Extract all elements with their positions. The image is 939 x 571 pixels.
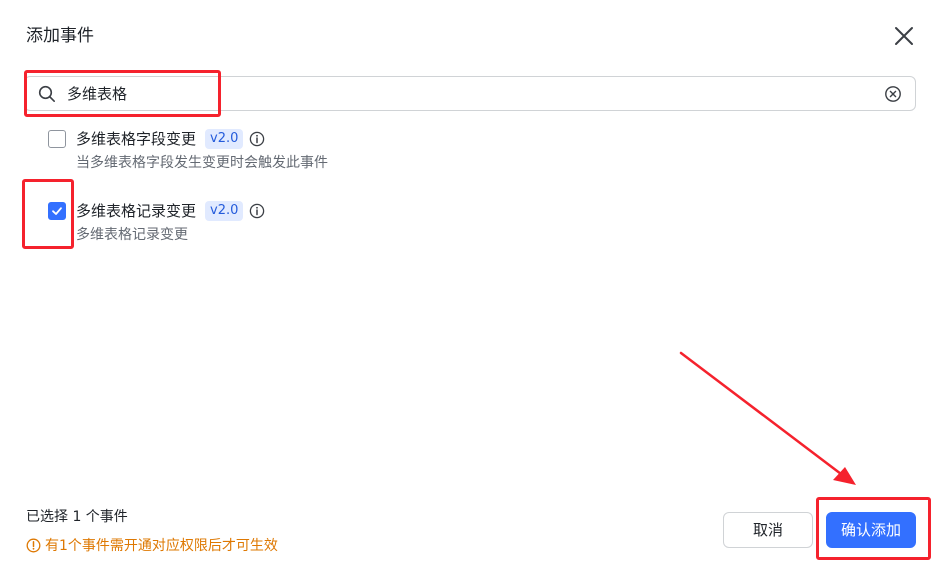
info-icon[interactable]: [249, 203, 265, 219]
selected-count: 已选择 1 个事件: [26, 509, 128, 525]
warning-text: 有1个事件需开通对应权限后才可生效: [45, 538, 278, 554]
permission-warning: 有1个事件需开通对应权限后才可生效: [26, 536, 278, 556]
search-icon: [38, 85, 55, 102]
event-name: 多维表格字段变更: [76, 130, 197, 148]
clear-icon[interactable]: [884, 85, 902, 103]
check-icon: [52, 207, 62, 215]
version-badge: v2.0: [205, 129, 244, 149]
confirm-add-button[interactable]: 确认添加: [826, 512, 916, 548]
event-checkbox[interactable]: [48, 130, 66, 148]
event-description: 当多维表格字段发生变更时会触发此事件: [76, 155, 328, 171]
close-icon[interactable]: [893, 25, 915, 47]
version-badge: v2.0: [205, 201, 244, 221]
add-event-dialog: 添加事件 多维表格 多维表格字段变更 v2.0 当多维表格字段发生变更时会触发此…: [0, 0, 939, 571]
event-name: 多维表格记录变更: [76, 202, 197, 220]
info-icon[interactable]: [249, 131, 265, 147]
cancel-button[interactable]: 取消: [723, 512, 813, 548]
event-checkbox[interactable]: [48, 202, 66, 220]
dialog-title: 添加事件: [26, 26, 94, 46]
search-input[interactable]: 多维表格: [24, 76, 916, 111]
search-value[interactable]: 多维表格: [67, 84, 127, 104]
event-description: 多维表格记录变更: [76, 227, 188, 243]
warning-icon: [26, 538, 41, 553]
